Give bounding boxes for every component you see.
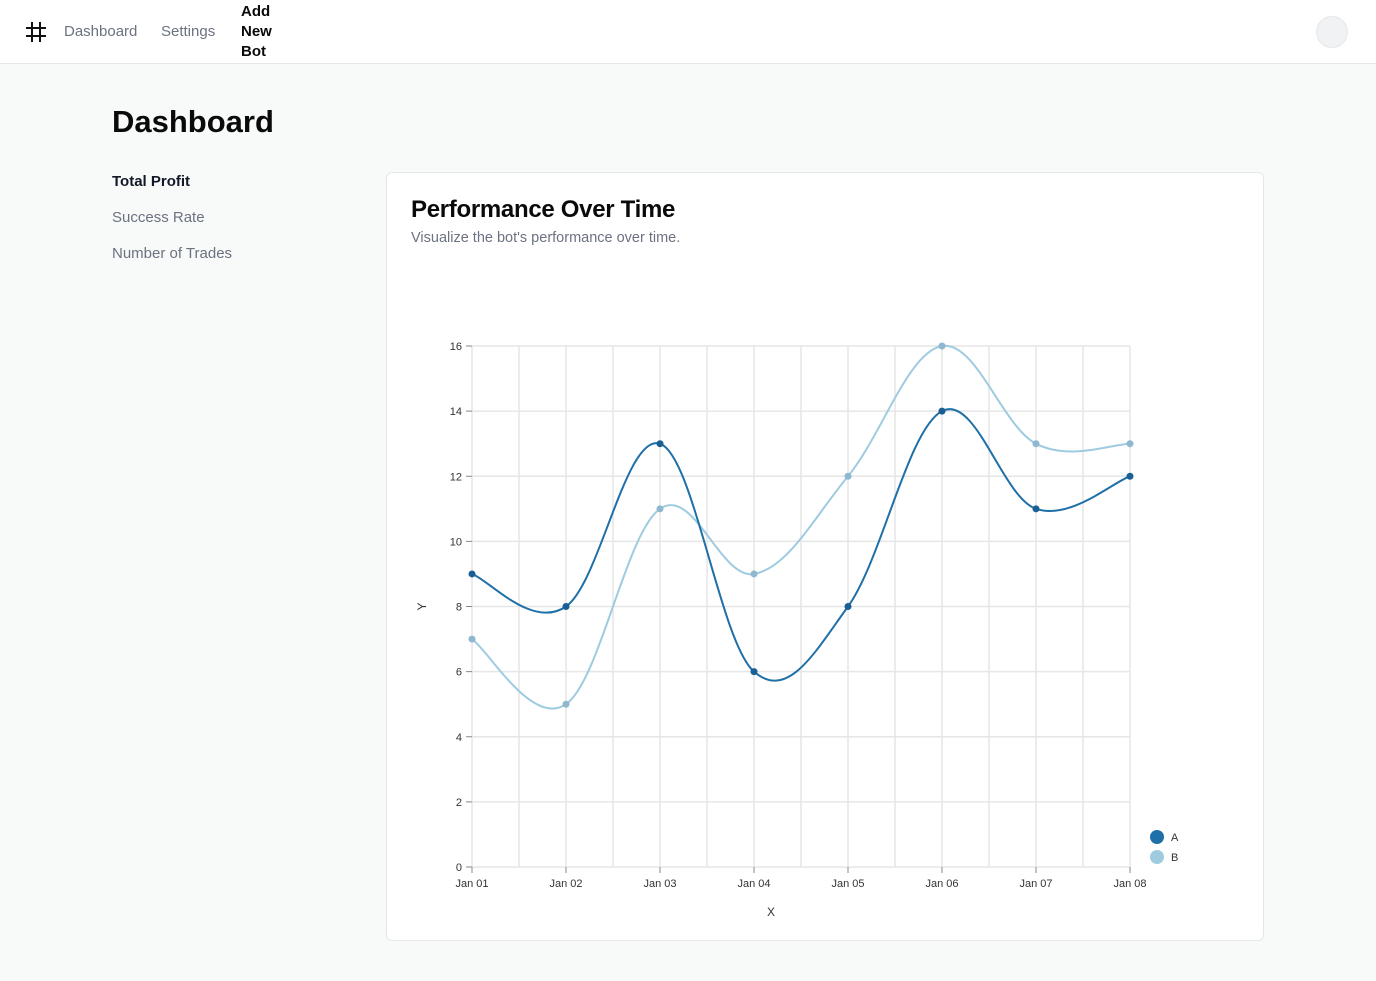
data-point-a [750, 668, 758, 676]
top-navigation-bar: Dashboard Settings Add New Bot [0, 0, 1376, 64]
metric-sidebar: Total Profit Success Rate Number of Trad… [112, 172, 352, 280]
legend-swatch-a [1150, 830, 1164, 844]
x-tick-label: Jan 06 [925, 878, 958, 890]
nav-link-add-new-bot[interactable]: Add New Bot [241, 2, 281, 62]
data-point-b [844, 472, 852, 480]
y-tick-label: 16 [450, 341, 462, 353]
data-point-b [468, 635, 476, 643]
hash-icon[interactable] [24, 20, 48, 44]
page-title: Dashboard [112, 104, 274, 139]
x-tick-label: Jan 02 [549, 878, 582, 890]
sidebar-item-number-of-trades[interactable]: Number of Trades [112, 244, 352, 264]
y-tick-label: 10 [450, 536, 462, 548]
x-tick-label: Jan 03 [643, 878, 676, 890]
nav-link-settings[interactable]: Settings [161, 22, 215, 42]
data-point-b [656, 505, 664, 513]
data-point-b [938, 342, 946, 350]
y-tick-label: 4 [456, 732, 462, 744]
x-tick-label: Jan 01 [455, 878, 488, 890]
data-point-a [562, 603, 570, 610]
data-point-b [750, 570, 758, 578]
y-tick-label: 8 [456, 602, 462, 614]
data-point-b [562, 700, 570, 708]
y-axis-label: Y [415, 602, 429, 610]
legend-swatch-b [1150, 850, 1164, 864]
sidebar-item-success-rate[interactable]: Success Rate [112, 208, 352, 228]
sidebar-item-total-profit[interactable]: Total Profit [112, 172, 352, 192]
performance-line-chart: 0 2 4 6 8 10 12 14 16 Jan 01 Jan 02 Jan 03 Jan 04 Jan… [415, 341, 1179, 919]
y-tick-label: 12 [450, 471, 462, 483]
data-point-a [844, 603, 852, 610]
y-tick-label: 14 [450, 406, 462, 418]
legend-label-a: A [1171, 832, 1179, 844]
data-point-a [656, 440, 664, 448]
y-tick-label: 2 [456, 797, 462, 809]
nav-link-dashboard[interactable]: Dashboard [64, 22, 137, 42]
x-axis-label: X [767, 905, 775, 919]
data-point-a [468, 570, 476, 578]
legend-label-b: B [1171, 852, 1178, 864]
data-point-b [1032, 440, 1040, 448]
data-point-b [1126, 440, 1134, 448]
data-point-a [1032, 505, 1040, 513]
x-tick-label: Jan 04 [737, 878, 770, 890]
y-tick-label: 0 [456, 862, 462, 874]
data-point-a [1126, 472, 1134, 480]
x-tick-label: Jan 05 [831, 878, 864, 890]
x-tick-label: Jan 07 [1019, 878, 1052, 890]
user-avatar[interactable] [1316, 16, 1348, 48]
y-tick-label: 6 [456, 667, 462, 679]
performance-card: Performance Over Time Visualize the bot'… [386, 172, 1264, 941]
x-tick-label: Jan 08 [1113, 878, 1146, 890]
data-point-a [938, 407, 946, 415]
